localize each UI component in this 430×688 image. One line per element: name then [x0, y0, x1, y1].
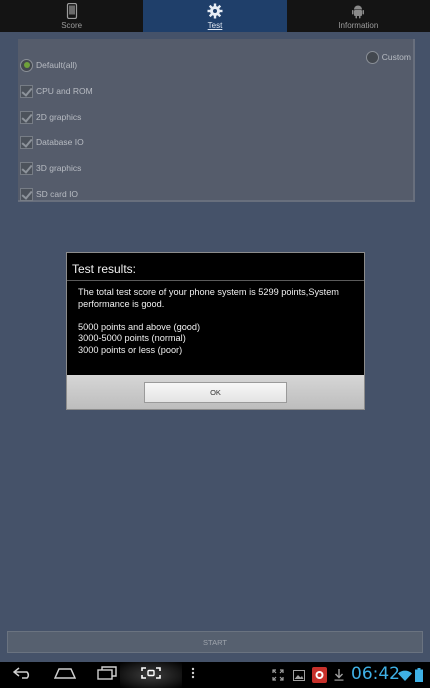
legend-good: 5000 points and above (good)	[78, 321, 201, 332]
ok-button[interactable]: OK	[144, 382, 287, 403]
home-icon	[53, 666, 77, 684]
clock[interactable]: 06:42	[351, 664, 400, 684]
default-all-option[interactable]: Default(all)	[20, 54, 77, 76]
screenshot-button[interactable]	[138, 662, 164, 688]
download-icon[interactable]	[333, 667, 345, 683]
legend-poor: 3000 points or less (poor)	[78, 344, 183, 355]
app-notification-icon[interactable]	[311, 667, 327, 683]
overflow-menu-icon	[191, 666, 195, 684]
tab-bar: Score Test Information	[0, 0, 430, 32]
test-options-panel: Default(all) Custom CPU and ROM 2D graph…	[18, 39, 415, 202]
tab-test[interactable]: Test	[143, 0, 287, 32]
custom-label: Custom	[381, 52, 411, 62]
gallery-notification-icon[interactable]	[292, 667, 306, 683]
cpu-rom-checkbox[interactable]	[20, 84, 33, 98]
sd-card-io-checkbox[interactable]	[20, 187, 33, 201]
back-icon	[12, 666, 33, 684]
back-button[interactable]	[10, 662, 36, 688]
screenshot-icon	[141, 666, 161, 684]
option-label: 3D graphics	[36, 163, 82, 173]
legend-normal: 3000-5000 points (normal)	[78, 333, 186, 343]
option-label: SD card IO	[36, 189, 79, 199]
custom-radio[interactable]	[365, 50, 379, 64]
tab-information-label: Information	[338, 21, 379, 30]
fullscreen-icon[interactable]	[271, 667, 285, 683]
phone-icon	[64, 3, 80, 19]
home-button[interactable]	[52, 662, 78, 688]
option-3d-graphics[interactable]: 3D graphics	[20, 157, 81, 179]
start-button[interactable]: START	[7, 631, 423, 653]
dialog-divider	[67, 280, 364, 281]
option-label: 2D graphics	[36, 112, 82, 122]
option-database-io[interactable]: Database IO	[20, 131, 84, 153]
default-radio[interactable]	[20, 58, 33, 72]
recent-apps-button[interactable]	[94, 662, 120, 688]
2d-graphics-checkbox[interactable]	[20, 110, 33, 124]
android-icon	[350, 3, 366, 19]
dialog-title: Test results:	[72, 262, 137, 276]
recent-apps-icon	[97, 665, 117, 685]
tab-score[interactable]: Score	[0, 0, 143, 32]
menu-button[interactable]	[186, 662, 200, 688]
3d-graphics-checkbox[interactable]	[20, 161, 33, 175]
dialog-button-bar: OK	[67, 375, 364, 409]
option-label: CPU and ROM	[36, 86, 93, 96]
database-io-checkbox[interactable]	[20, 135, 33, 149]
option-cpu-rom[interactable]: CPU and ROM	[20, 80, 93, 102]
tab-information[interactable]: Information	[287, 0, 430, 32]
tab-score-label: Score	[61, 21, 83, 30]
wifi-icon[interactable]	[398, 667, 412, 683]
dialog-message: The total test score of your phone syste…	[78, 287, 358, 356]
default-label: Default(all)	[36, 60, 78, 70]
test-results-dialog: Test results: The total test score of yo…	[66, 252, 365, 410]
option-label: Database IO	[36, 137, 84, 147]
option-2d-graphics[interactable]: 2D graphics	[20, 106, 81, 128]
custom-option[interactable]: Custom	[365, 49, 411, 65]
gear-icon	[207, 3, 223, 19]
score-summary: The total test score of your phone syste…	[78, 287, 339, 309]
battery-icon[interactable]	[414, 667, 424, 683]
option-sd-card-io[interactable]: SD card IO	[20, 183, 78, 205]
tab-test-label: Test	[207, 21, 223, 30]
system-bar: 06:42	[0, 662, 430, 688]
